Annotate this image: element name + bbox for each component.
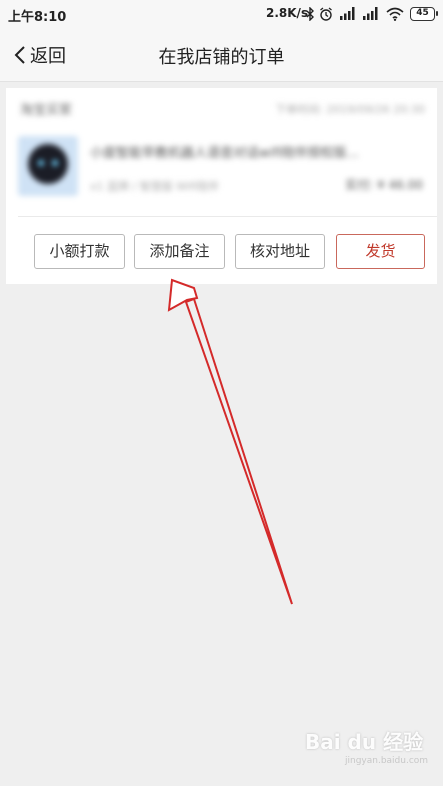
watermark-url: jingyan.baidu.com — [345, 756, 429, 766]
watermark: Bai du 经验 jingyan.baidu.com — [305, 726, 428, 766]
annotation-arrow — [167, 278, 293, 605]
watermark-text: Bai du 经验 — [305, 730, 424, 754]
